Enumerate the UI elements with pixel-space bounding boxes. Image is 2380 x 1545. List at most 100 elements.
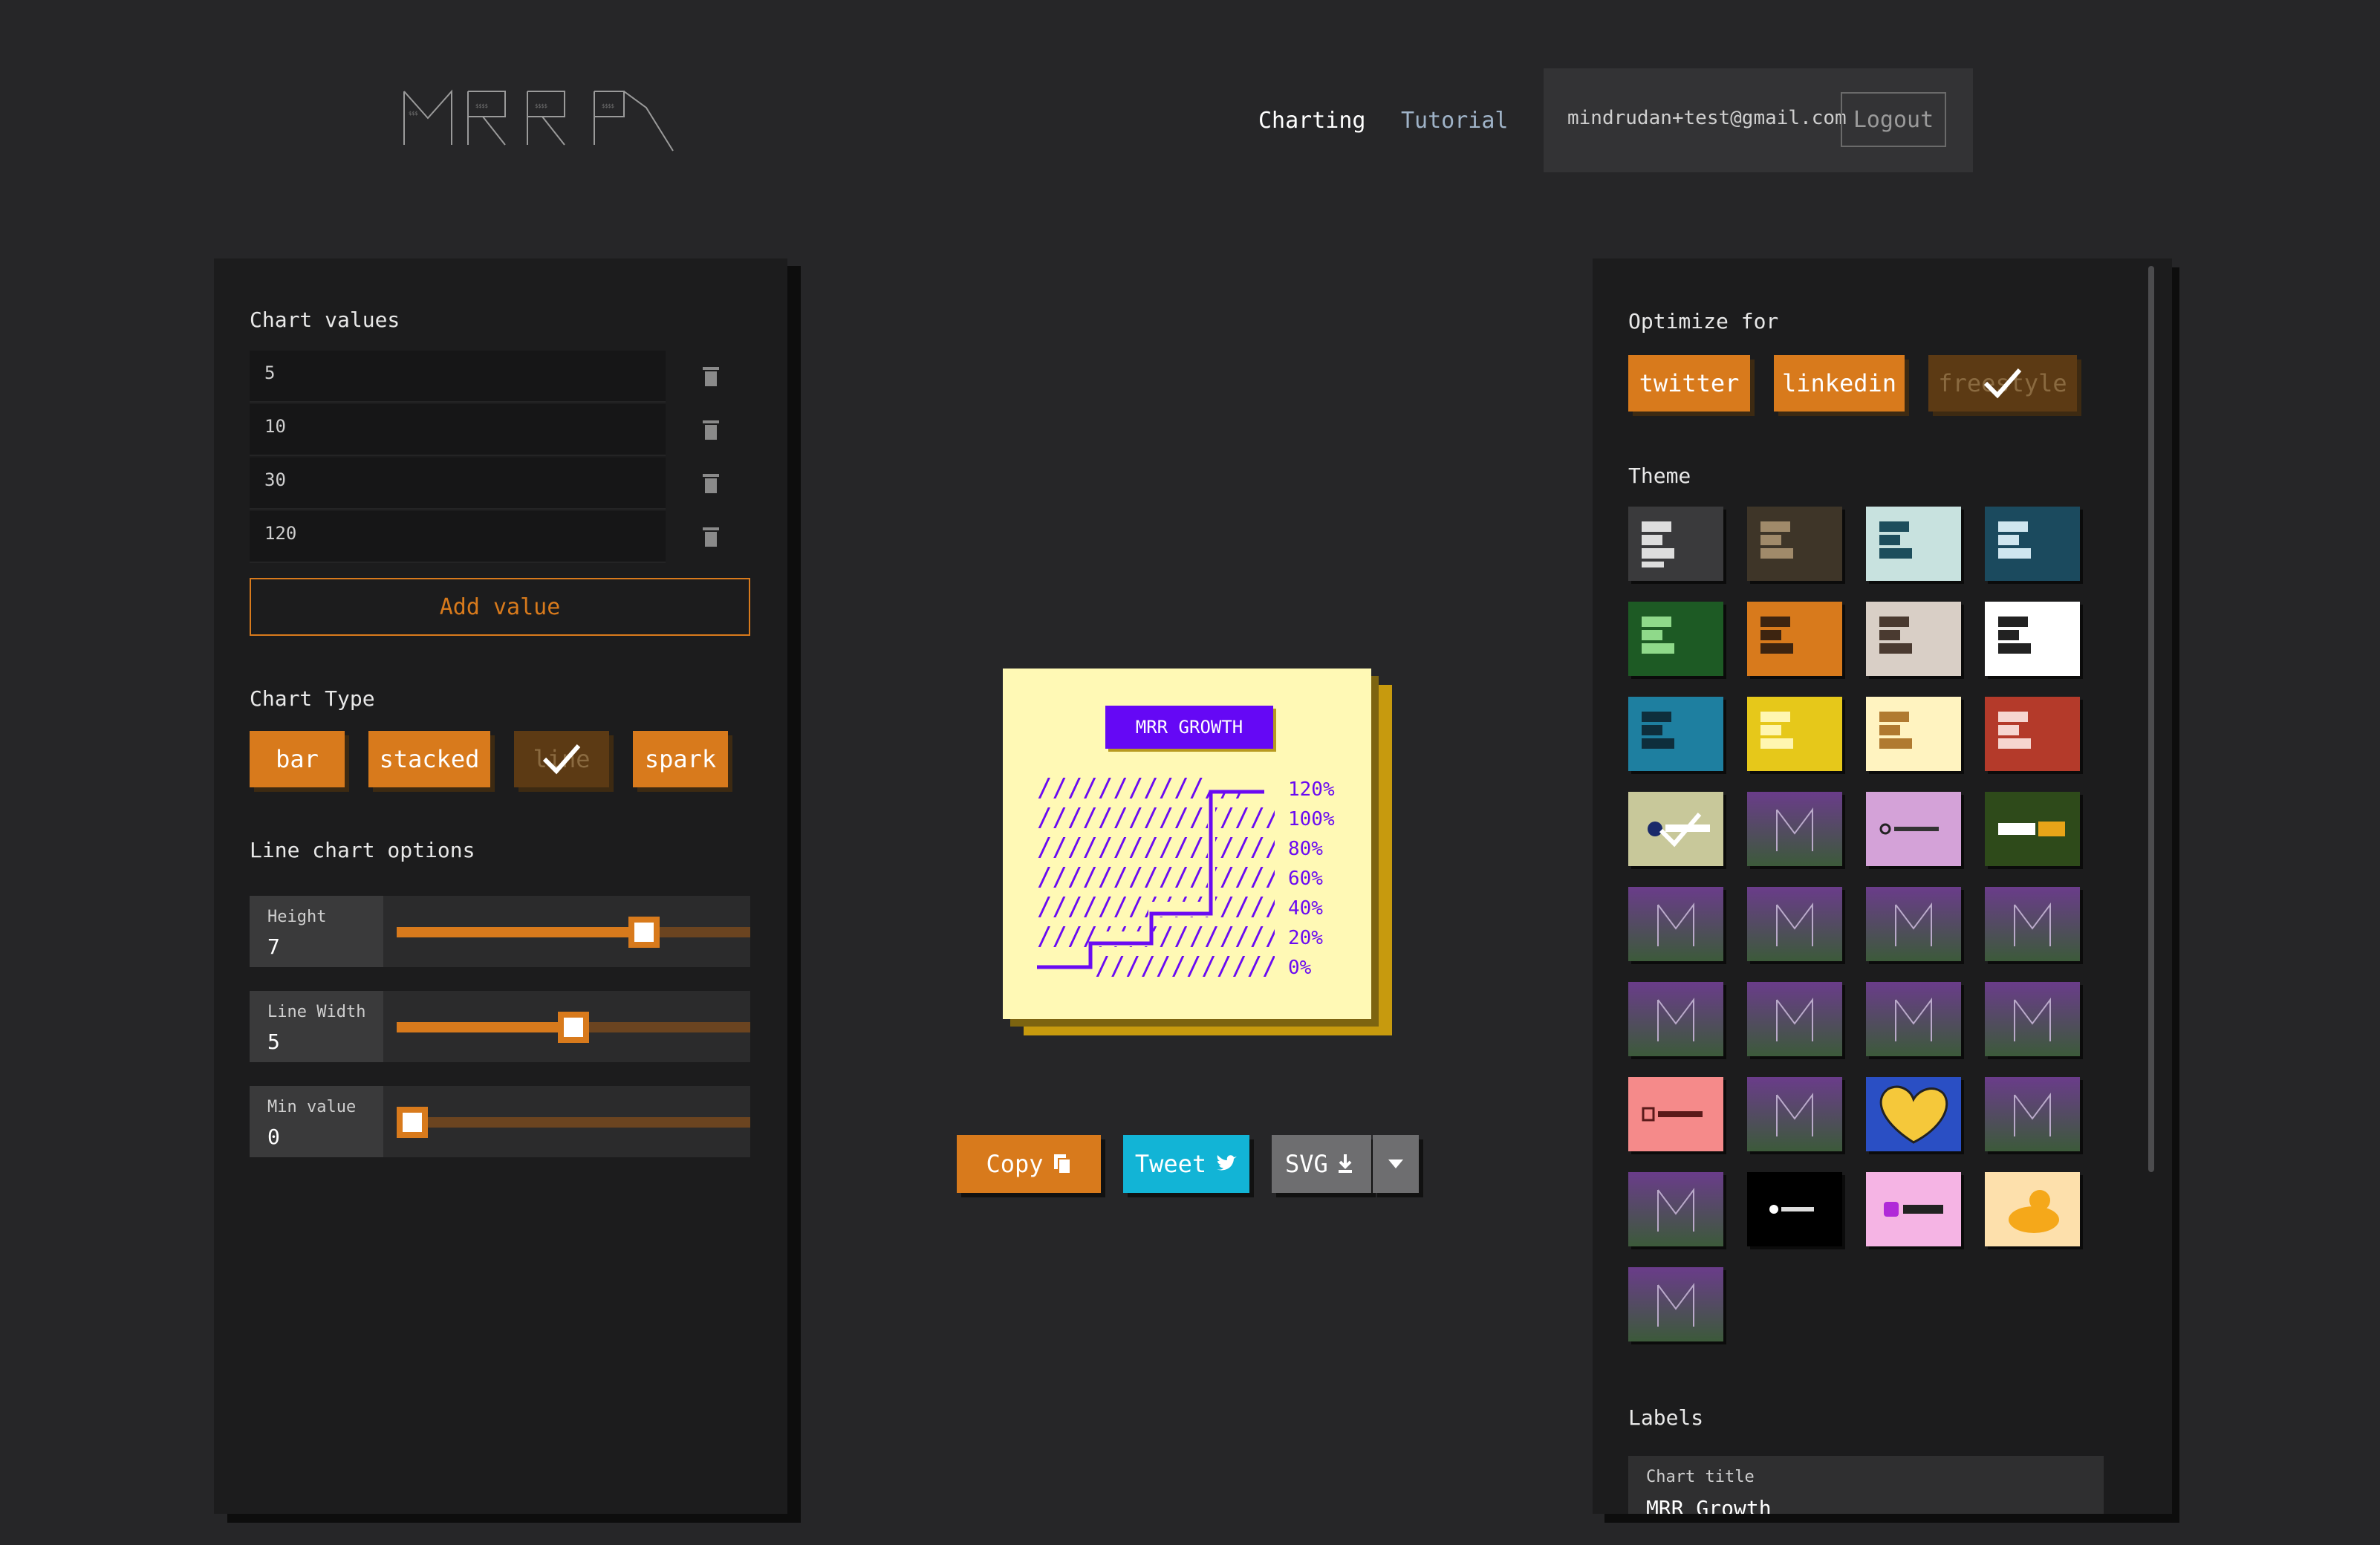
chart-title-field-value[interactable]: MRR Growth	[1646, 1496, 1772, 1514]
chart-type-stacked-label: stacked	[379, 745, 480, 773]
trash-icon[interactable]	[703, 527, 719, 547]
check-icon	[1983, 368, 2022, 399]
theme-tile[interactable]	[1747, 602, 1842, 676]
line-chart-graphic: ////////////// ///////////////// ///////…	[1037, 775, 1275, 981]
theme-tile[interactable]	[1985, 697, 2080, 771]
chart-type-bar-label: bar	[276, 745, 319, 773]
svg-text:$$$$: $$$$	[475, 103, 488, 109]
theme-tile[interactable]	[1866, 602, 1961, 676]
export-dropdown-button[interactable]	[1373, 1135, 1419, 1193]
right-panel: Optimize for twitter linkedin freestyle …	[1593, 258, 2172, 1514]
theme-tile[interactable]	[1628, 507, 1723, 581]
optimize-linkedin[interactable]: linkedin	[1774, 355, 1905, 412]
theme-tile[interactable]	[1866, 697, 1961, 771]
height-thumb[interactable]	[628, 917, 660, 948]
trash-icon[interactable]	[703, 420, 719, 440]
chart-type-title: Chart Type	[250, 686, 375, 711]
theme-tile[interactable]	[1628, 1172, 1723, 1246]
logout-button[interactable]: Logout	[1841, 92, 1946, 147]
chart-type-spark-label: spark	[644, 745, 717, 773]
theme-tile[interactable]	[1866, 792, 1961, 866]
theme-tile[interactable]	[1866, 507, 1961, 581]
svg-text://///////////////: /////////////////	[1037, 803, 1275, 833]
height-fill	[397, 927, 645, 937]
svg-label: SVG	[1285, 1150, 1328, 1178]
percent-label: 120%	[1288, 778, 1335, 801]
min-value-thumb[interactable]	[397, 1107, 428, 1138]
theme-tile[interactable]	[1985, 1077, 2080, 1151]
line-width-slider-row: Line Width 5	[250, 991, 750, 1062]
chart-values-title: Chart values	[250, 308, 400, 332]
height-value: 7	[267, 934, 280, 959]
nav-charting[interactable]: Charting	[1258, 108, 1366, 134]
chart-title-field[interactable]: Chart title MRR Growth	[1628, 1456, 2104, 1514]
theme-tile[interactable]	[1985, 982, 2080, 1056]
theme-tile[interactable]	[1628, 1267, 1723, 1341]
min-value-track[interactable]	[397, 1107, 750, 1138]
height-label-box: Height 7	[250, 896, 383, 967]
line-width-label: Line Width	[267, 1003, 366, 1021]
theme-tile[interactable]	[1747, 1077, 1842, 1151]
percent-label: 40%	[1288, 897, 1323, 920]
theme-tile[interactable]	[1747, 887, 1842, 961]
theme-tile-selected[interactable]	[1628, 792, 1723, 866]
theme-title: Theme	[1628, 464, 1691, 488]
theme-tile[interactable]	[1866, 887, 1961, 961]
svg-text:$$$: $$$	[409, 111, 418, 117]
app-logo[interactable]: $$$$$$$ $$$$ $$$$	[401, 85, 676, 152]
theme-tile[interactable]	[1985, 507, 2080, 581]
theme-tile[interactable]	[1747, 1172, 1842, 1246]
line-width-thumb[interactable]	[558, 1012, 589, 1043]
trash-icon[interactable]	[703, 367, 719, 386]
tweet-label: Tweet	[1134, 1150, 1207, 1178]
labels-title: Labels	[1628, 1405, 1704, 1430]
svg-text:$$$$: $$$$	[535, 103, 547, 109]
value-input[interactable]: 120	[250, 511, 666, 563]
twitter-bird-icon	[1217, 1155, 1238, 1171]
theme-tile[interactable]	[1747, 982, 1842, 1056]
optimize-freestyle[interactable]: freestyle	[1928, 355, 2077, 412]
line-width-track[interactable]	[397, 1012, 750, 1043]
min-value-value: 0	[267, 1125, 280, 1149]
chart-title-field-label: Chart title	[1646, 1468, 1755, 1486]
height-track[interactable]	[397, 917, 750, 948]
optimize-twitter[interactable]: twitter	[1628, 355, 1750, 412]
percent-label: 100%	[1288, 808, 1335, 830]
download-icon	[1338, 1154, 1352, 1173]
chart-type-spark[interactable]: spark	[633, 731, 728, 787]
value-input[interactable]: 30	[250, 458, 666, 510]
theme-tile[interactable]	[1985, 1172, 2080, 1246]
nav-tutorial[interactable]: Tutorial	[1401, 108, 1509, 134]
theme-tile[interactable]	[1866, 1077, 1961, 1151]
theme-tile[interactable]	[1985, 887, 2080, 961]
theme-tile[interactable]	[1628, 602, 1723, 676]
theme-tile[interactable]	[1866, 982, 1961, 1056]
theme-tile[interactable]	[1985, 602, 2080, 676]
theme-tile[interactable]	[1628, 887, 1723, 961]
theme-tile[interactable]	[1628, 982, 1723, 1056]
trash-icon[interactable]	[703, 474, 719, 493]
theme-tile[interactable]	[1628, 697, 1723, 771]
value-input[interactable]: 5	[250, 351, 666, 403]
add-value-button[interactable]: Add value	[250, 578, 750, 636]
chart-type-stacked[interactable]: stacked	[368, 731, 490, 787]
chart-type-bar[interactable]: bar	[250, 731, 345, 787]
tweet-button[interactable]: Tweet	[1123, 1135, 1249, 1193]
value-input[interactable]: 10	[250, 404, 666, 456]
right-panel-scrollbar[interactable]	[2148, 266, 2154, 1172]
copy-button[interactable]: Copy	[957, 1135, 1101, 1193]
theme-tile[interactable]	[1628, 1077, 1723, 1151]
svg-download-button[interactable]: SVG	[1272, 1135, 1371, 1193]
min-value-label-box: Min value 0	[250, 1086, 383, 1157]
theme-tile[interactable]	[1747, 507, 1842, 581]
theme-tile[interactable]	[1747, 792, 1842, 866]
theme-tile[interactable]	[1985, 792, 2080, 866]
chart-type-line[interactable]: line	[514, 731, 609, 787]
theme-tile[interactable]	[1866, 1172, 1961, 1246]
svg-text://///////////////: /////////////////	[1037, 862, 1275, 892]
percent-label: 0%	[1288, 957, 1312, 979]
theme-tile[interactable]	[1747, 697, 1842, 771]
optimize-linkedin-label: linkedin	[1781, 369, 1897, 397]
optimize-title: Optimize for	[1628, 309, 1779, 334]
account-box: mindrudan+test@gmail.com Logout	[1544, 68, 1973, 172]
